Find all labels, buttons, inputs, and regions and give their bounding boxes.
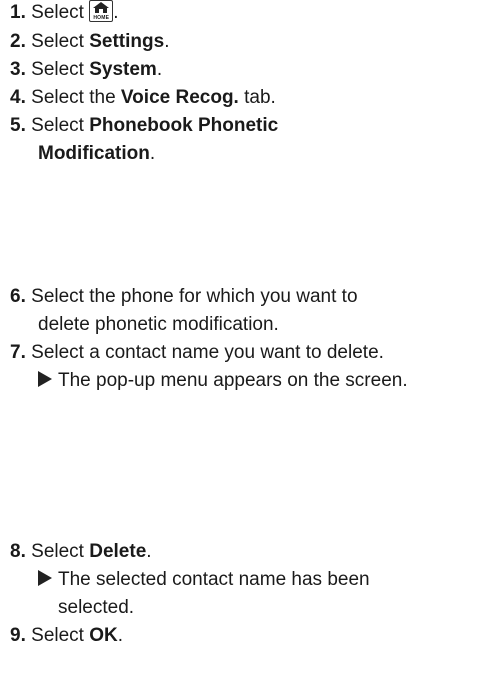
step-text: Select a contact name you want to delete… xyxy=(31,342,384,363)
step-text: Select xyxy=(31,31,90,52)
step-text: Select the xyxy=(31,87,121,108)
step-text-end: . xyxy=(164,31,170,52)
step-number: 9. xyxy=(10,625,26,646)
step-target-cont: Modification xyxy=(38,143,150,164)
step-number: 8. xyxy=(10,541,26,562)
step-5: 5. Select Phonebook Phonetic Modificatio… xyxy=(10,112,475,168)
step-text-end: . xyxy=(117,625,124,646)
step-target: Delete xyxy=(89,541,147,562)
step-text: Select xyxy=(31,625,90,646)
step-text-end: . xyxy=(149,143,156,164)
result-text-cont: selected. xyxy=(58,597,135,618)
step-1: 1. Select HOME. xyxy=(10,0,475,27)
step-text: Select xyxy=(31,2,90,23)
step-2: 2. Select Settings. xyxy=(10,28,475,56)
step-text: Select the phone for which you want to xyxy=(31,286,358,307)
step-text-end: . xyxy=(146,541,152,562)
step-7-result: The pop-up menu appears on the screen. xyxy=(38,367,408,395)
step-6: 6. Select the phone for which you want t… xyxy=(10,283,475,339)
result-arrow-icon xyxy=(38,570,52,586)
step-number: 6. xyxy=(10,286,26,307)
step-text-cont: delete phonetic modification. xyxy=(38,314,279,335)
step-number: 1. xyxy=(10,2,26,23)
step-9: 9. Select OK. xyxy=(10,622,475,650)
step-text: Select xyxy=(31,541,90,562)
step-4: 4. Select the Voice Recog. tab. xyxy=(10,84,475,112)
step-7: 7. Select a contact name you want to del… xyxy=(10,339,475,367)
step-target: System xyxy=(89,59,157,80)
step-target: OK xyxy=(89,625,118,646)
step-3: 3. Select System. xyxy=(10,56,475,84)
step-text: Select xyxy=(31,59,90,80)
step-number: 5. xyxy=(10,115,26,136)
step-target: Settings xyxy=(89,31,165,52)
result-arrow-icon xyxy=(38,371,52,387)
step-number: 4. xyxy=(10,87,26,108)
home-icon-label: HOME xyxy=(93,15,110,21)
step-target: Voice Recog. xyxy=(120,87,239,108)
result-text: The pop-up menu appears on the screen. xyxy=(58,370,408,391)
step-text: Select xyxy=(31,115,90,136)
step-8: 8. Select Delete. xyxy=(10,538,475,566)
step-8-result-cont: selected. xyxy=(58,594,134,622)
step-text-end: tab. xyxy=(238,87,276,108)
step-target: Phonebook Phonetic xyxy=(89,115,279,136)
result-text: The selected contact name has been xyxy=(58,569,370,590)
step-text-end: . xyxy=(156,59,163,80)
step-8-result: The selected contact name has been xyxy=(38,566,370,594)
step-text-end: . xyxy=(113,2,119,23)
step-number: 2. xyxy=(10,31,26,52)
instruction-page: 1. Select HOME. 2. Select Settings. 3. S… xyxy=(0,0,479,684)
step-number: 7. xyxy=(10,342,26,363)
step-number: 3. xyxy=(10,59,26,80)
home-icon: HOME xyxy=(89,0,114,22)
